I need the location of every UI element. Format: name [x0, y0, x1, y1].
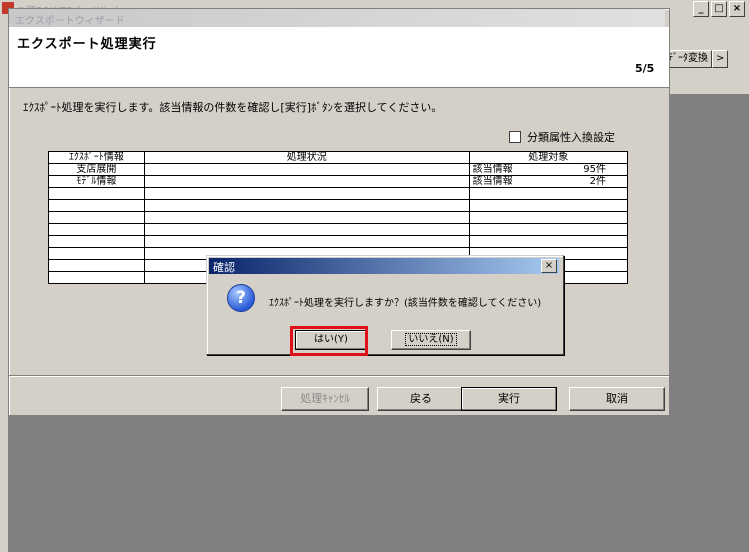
- no-button-label: いいえ(N): [405, 333, 457, 346]
- cell-export-info: [48, 223, 145, 236]
- column-header-target: 処理対象: [468, 151, 629, 164]
- cell-export-info: ﾓﾃﾞﾙ情報: [48, 175, 145, 188]
- table-row: ﾓﾃﾞﾙ情報 該当情報 2件: [48, 175, 629, 188]
- cell-target-count: 2件: [589, 176, 606, 187]
- cancel-button[interactable]: 取消: [569, 387, 665, 411]
- cell-export-info: [48, 187, 145, 200]
- cell-target: [468, 223, 629, 236]
- yes-button-highlight: [290, 326, 368, 356]
- table-row: [48, 223, 629, 236]
- category-swap-checkbox[interactable]: [509, 131, 521, 143]
- cell-target: [468, 187, 629, 200]
- category-swap-label: 分類属性入換設定: [527, 131, 615, 144]
- table-row: [48, 235, 629, 248]
- category-swap-option[interactable]: 分類属性入換設定: [509, 129, 615, 145]
- cell-status: [143, 211, 470, 224]
- background-left-strip: [0, 18, 8, 552]
- cancel-process-button[interactable]: 処理ｷｬﾝｾﾙ: [281, 387, 369, 411]
- table-row: [48, 187, 629, 200]
- cell-target: 該当情報 2件: [468, 175, 629, 188]
- cell-status: [143, 175, 470, 188]
- cell-target: [468, 199, 629, 212]
- dialog-close-icon[interactable]: ×: [541, 259, 557, 273]
- cell-target-count: 95件: [583, 164, 606, 175]
- wizard-titlebar: エクスポートウィザード: [9, 9, 665, 27]
- dialog-title: 確認: [213, 261, 235, 274]
- dialog-titlebar: 確認 ×: [209, 258, 559, 274]
- cell-export-info: 支店展開: [48, 163, 145, 176]
- cell-export-info: [48, 199, 145, 212]
- dialog-message: ｴｸｽﾎﾟｰﾄ処理を実行しますか？(該当件数を確認してください): [269, 298, 542, 309]
- cell-status: [143, 187, 470, 200]
- cell-status: [143, 163, 470, 176]
- cell-status: [143, 199, 470, 212]
- cell-export-info: [48, 247, 145, 260]
- maximize-icon[interactable]: □: [711, 1, 727, 17]
- cell-target: 該当情報 95件: [468, 163, 629, 176]
- table-row: [48, 211, 629, 224]
- cell-export-info: [48, 211, 145, 224]
- cell-status: [143, 235, 470, 248]
- minimize-icon[interactable]: _: [693, 1, 709, 17]
- execute-button[interactable]: 実行: [461, 387, 557, 411]
- cell-target-label: 該当情報: [472, 176, 513, 187]
- step-counter: 5/5: [635, 62, 655, 75]
- cell-export-info: [48, 235, 145, 248]
- column-header-export-info: ｴｸｽﾎﾟｰﾄ情報: [48, 151, 145, 164]
- confirm-dialog: 確認 × ? ｴｸｽﾎﾟｰﾄ処理を実行しますか？(該当件数を確認してください) …: [206, 255, 564, 355]
- table-row: [48, 199, 629, 212]
- instruction-text: ｴｸｽﾎﾟｰﾄ処理を実行します。該当情報の件数を確認し[実行]ﾎﾞﾀﾝを選択して…: [23, 101, 443, 114]
- step-title: エクスポート処理実行: [17, 37, 157, 52]
- table-header-row: ｴｸｽﾎﾟｰﾄ情報 処理状況 処理対象: [48, 151, 629, 164]
- cell-export-info: [48, 271, 145, 284]
- toolbar-tab-data-convert[interactable]: ﾃﾞｰﾀ変換: [664, 50, 712, 68]
- toolbar-scroll-right[interactable]: >: [712, 50, 729, 68]
- cell-status: [143, 223, 470, 236]
- column-header-status: 処理状況: [143, 151, 470, 164]
- question-icon: ?: [227, 284, 255, 312]
- back-button[interactable]: 戻る: [377, 387, 465, 411]
- cell-target: [468, 235, 629, 248]
- wizard-title: エクスポートウィザード: [15, 16, 125, 27]
- button-separator: [9, 375, 669, 377]
- cell-target: [468, 211, 629, 224]
- close-icon[interactable]: ×: [729, 1, 745, 17]
- table-row: 支店展開 該当情報 95件: [48, 163, 629, 176]
- cell-export-info: [48, 259, 145, 272]
- cell-target-label: 該当情報: [472, 164, 513, 175]
- no-button[interactable]: いいえ(N): [391, 330, 471, 350]
- window-controls: _ □ ×: [693, 1, 745, 17]
